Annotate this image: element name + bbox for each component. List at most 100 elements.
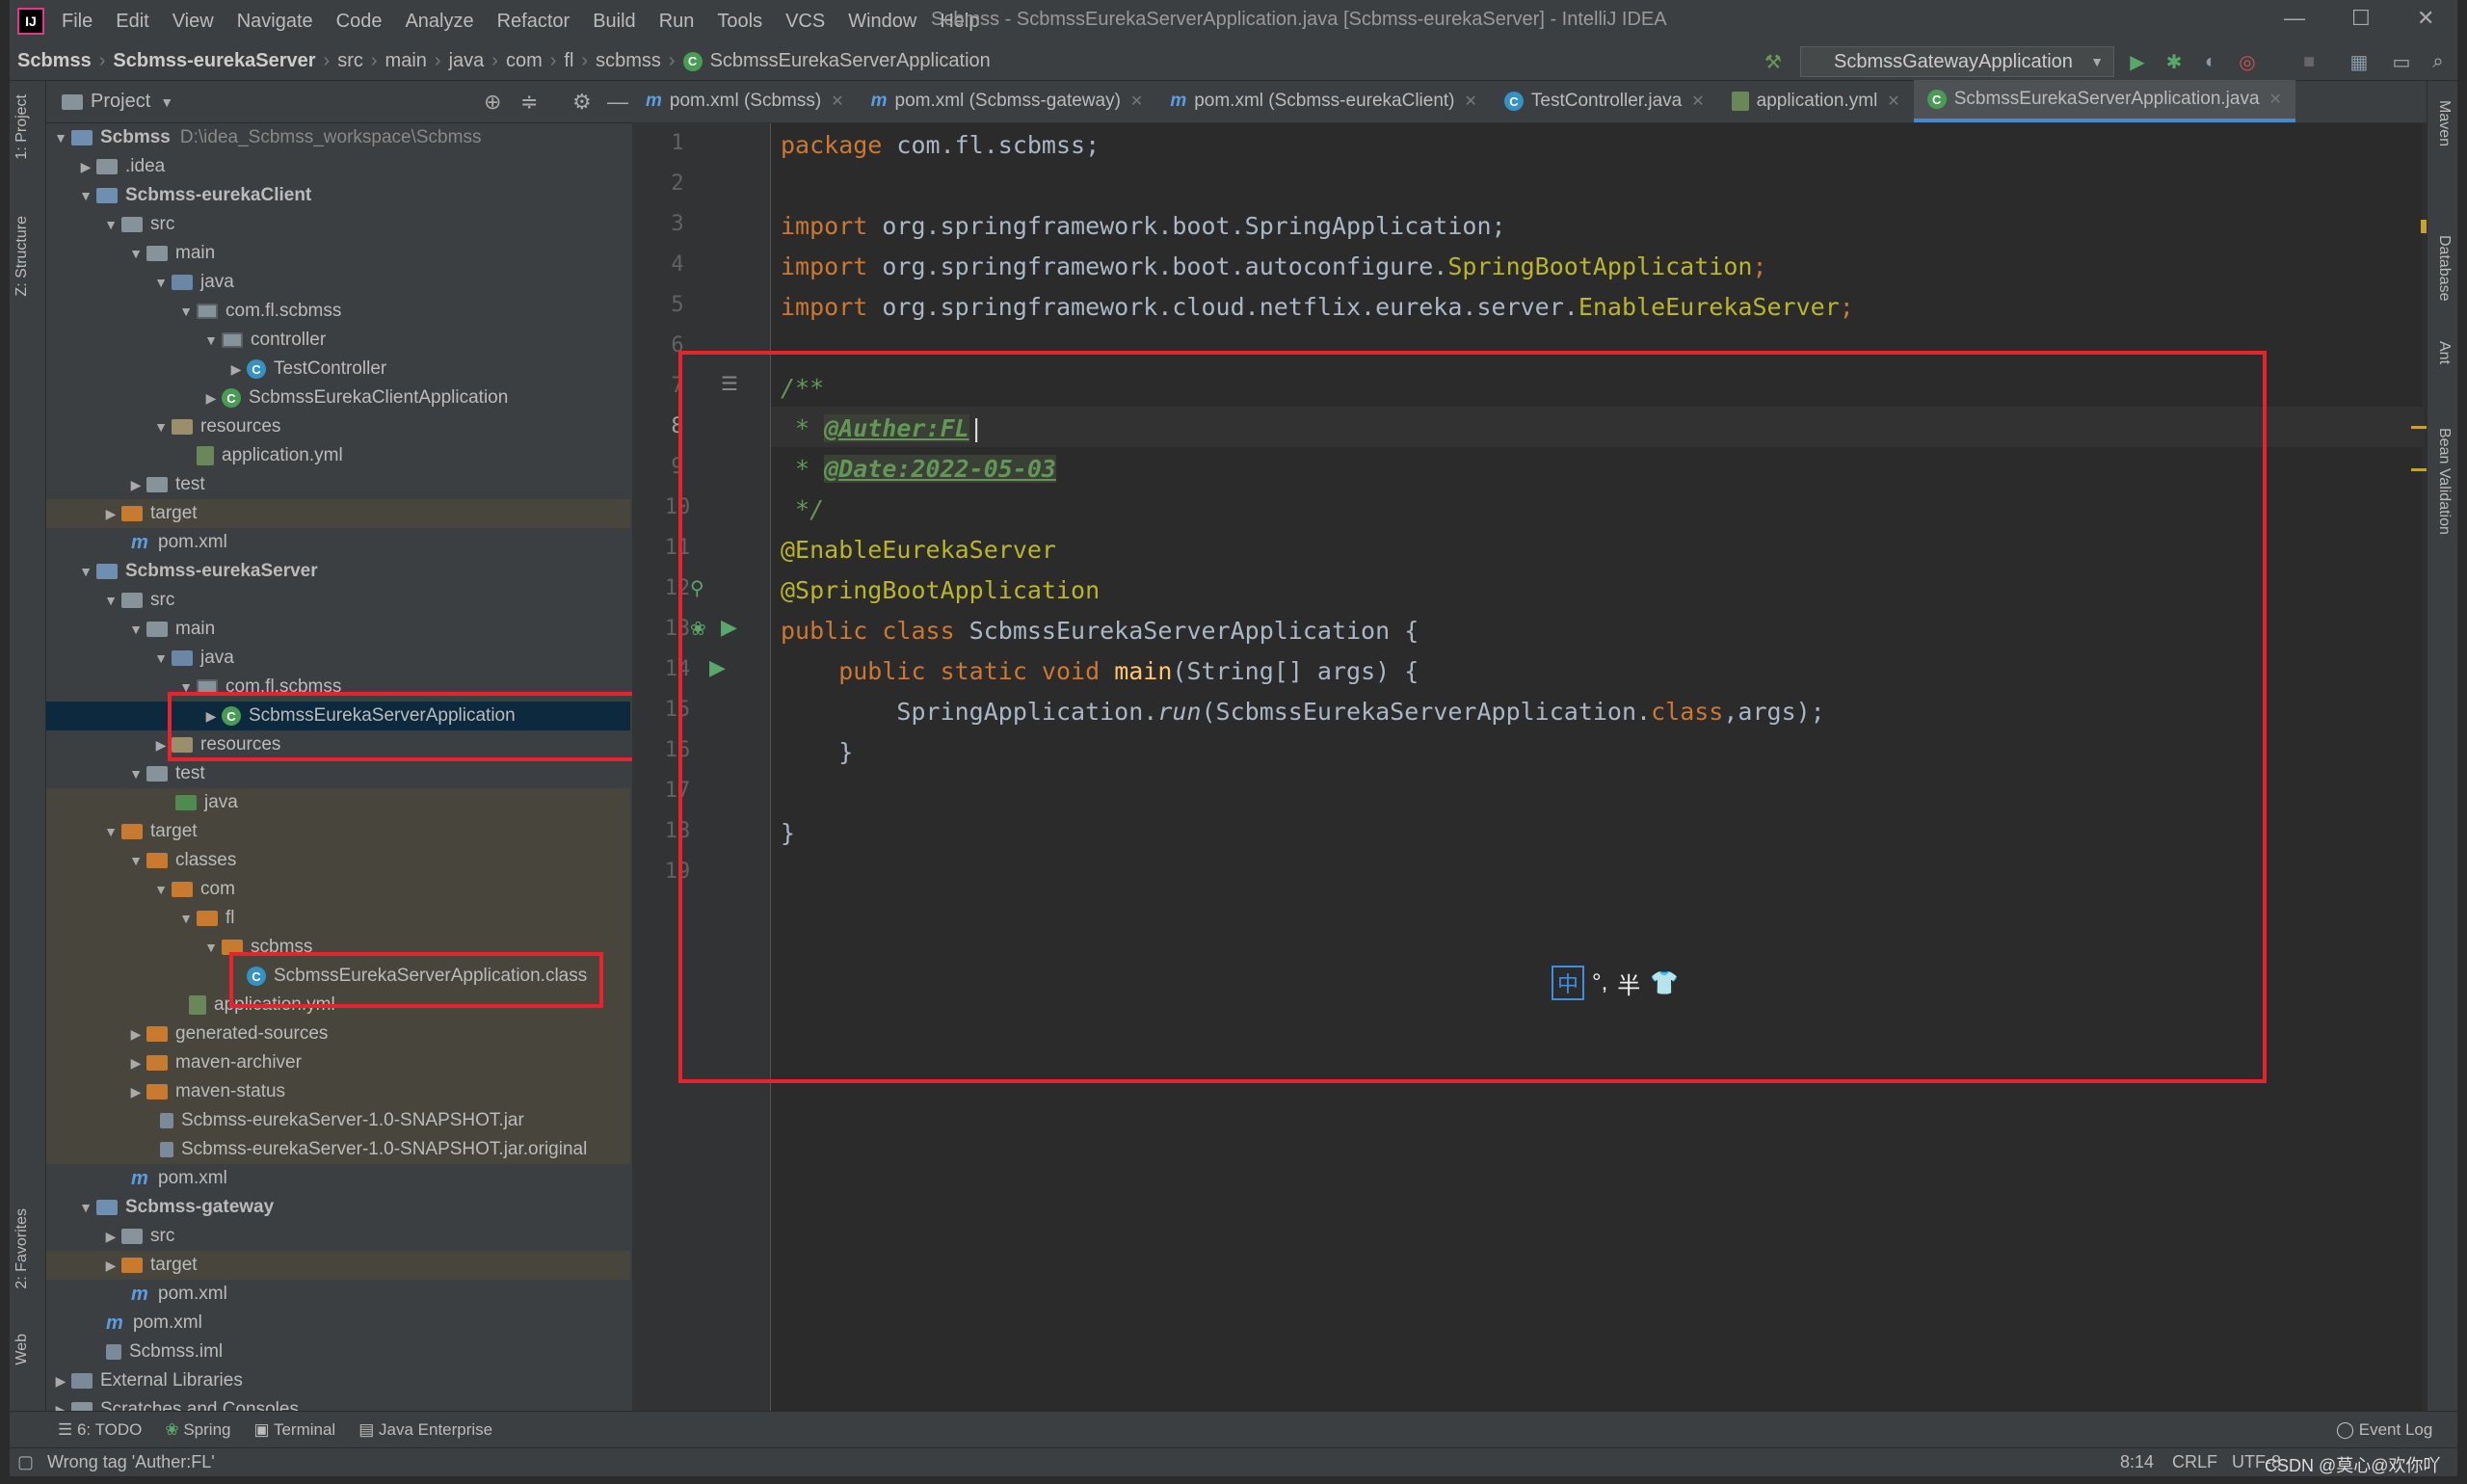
tree-item-test[interactable]: ▶ test [46, 470, 630, 499]
tree-item-main[interactable]: ▼ main [46, 615, 630, 644]
menu-refactor[interactable]: Refactor [497, 11, 570, 33]
tree-item-maven-archiver[interactable]: ▶ maven-archiver [46, 1048, 630, 1077]
tool-tab-maven[interactable]: Maven [2435, 100, 2453, 146]
layout-icon[interactable]: ▭ [2390, 50, 2413, 73]
tree-item-external-libraries[interactable]: ▶ External Libraries [46, 1366, 630, 1395]
tab-pom-eurekaclient[interactable]: m pom.xml (Scbmss-eurekaClient) ✕ [1156, 80, 1491, 122]
tree-item-java[interactable]: ▼ java [46, 644, 630, 673]
minimize-icon[interactable]: — [2284, 6, 2305, 31]
menu-tools[interactable]: Tools [717, 11, 762, 33]
tab-pom-gateway[interactable]: m pom.xml (Scbmss-gateway) ✕ [858, 80, 1157, 122]
tree-item-gateway[interactable]: ▼ Scbmss-gateway [46, 1193, 630, 1222]
coverage-icon[interactable]: ◐ [2199, 50, 2222, 73]
tree-item-test[interactable]: ▼ test [46, 759, 630, 788]
search-icon[interactable]: ⌕ [2427, 50, 2450, 73]
caret-position[interactable]: 8:14 [2120, 1452, 2154, 1472]
tree-item-clientapp[interactable]: ▶ C ScbmssEurekaClientApplication [46, 384, 630, 412]
locate-icon[interactable]: ⊕ [484, 90, 501, 115]
menu-build[interactable]: Build [593, 11, 635, 33]
close-window-icon[interactable]: ✕ [2417, 6, 2434, 31]
breadcrumb-module[interactable]: Scbmss-eurekaServer [113, 50, 315, 72]
tree-item-target[interactable]: ▼ target [46, 817, 630, 846]
gear-icon[interactable]: ⚙ [572, 90, 592, 115]
tab-application-yml[interactable]: application.yml ✕ [1718, 80, 1914, 122]
tab-pom-scbmss[interactable]: m pom.xml (Scbmss) ✕ [632, 80, 858, 122]
close-icon[interactable]: ✕ [2269, 90, 2282, 109]
tree-item-eurekaclient[interactable]: ▼ Scbmss-eurekaClient [46, 181, 630, 210]
tree-item-testcontroller[interactable]: ▶ C TestController [46, 355, 630, 384]
tree-item-classes[interactable]: ▼ classes [46, 846, 630, 875]
tool-tab-project[interactable]: 1: Project [13, 94, 31, 160]
breadcrumb-scbmss[interactable]: scbmss [596, 50, 661, 72]
breadcrumb-project[interactable]: Scbmss [17, 50, 92, 72]
debug-icon[interactable]: ✱ [2162, 50, 2186, 73]
tree-item-pom[interactable]: m pom.xml [46, 1280, 630, 1309]
tree-item-scratches[interactable]: ▶ Scratches and Consoles [46, 1395, 630, 1411]
menu-analyze[interactable]: Analyze [405, 11, 473, 33]
tree-item-iml[interactable]: Scbmss.iml [46, 1338, 630, 1366]
tool-java-enterprise[interactable]: ▤ Java Enterprise [358, 1420, 492, 1440]
menu-run[interactable]: Run [659, 11, 695, 33]
tree-item-controller[interactable]: ▼ controller [46, 326, 630, 355]
build-hammer-icon[interactable]: ⚒ [1762, 50, 1785, 73]
tree-item-pom[interactable]: m pom.xml [46, 1164, 630, 1193]
line-separator[interactable]: CRLF [2172, 1452, 2217, 1472]
tree-item-application-yml[interactable]: application.yml [46, 441, 630, 470]
tool-tab-ant[interactable]: Ant [2435, 341, 2453, 364]
run-configuration-select[interactable]: ScbmssGatewayApplication ▼ [1800, 46, 2114, 77]
menu-file[interactable]: File [62, 11, 93, 33]
menu-code[interactable]: Code [336, 11, 383, 33]
close-icon[interactable]: ✕ [1887, 92, 1899, 111]
tree-item-pom[interactable]: m pom.xml [46, 528, 630, 557]
tree-item-java[interactable]: ▼ java [46, 268, 630, 297]
tab-testcontroller[interactable]: C TestController.java ✕ [1491, 80, 1718, 122]
tree-item-main[interactable]: ▼ main [46, 239, 630, 268]
tree-item-com[interactable]: ▼ com [46, 875, 630, 904]
tree-item-target[interactable]: ▶ target [46, 1251, 630, 1280]
menu-view[interactable]: View [172, 11, 214, 33]
tool-event-log[interactable]: ◯ Event Log [2336, 1420, 2432, 1440]
tool-tab-favorites[interactable]: 2: Favorites [13, 1208, 31, 1289]
tree-item-generated-sources[interactable]: ▶ generated-sources [46, 1020, 630, 1048]
project-structure-icon[interactable]: ▦ [2348, 50, 2371, 73]
tree-item-root-pom[interactable]: m pom.xml [46, 1309, 630, 1338]
tool-spring[interactable]: ❀ Spring [165, 1420, 230, 1440]
tool-tab-web[interactable]: Web [13, 1334, 31, 1365]
tree-item-idea[interactable]: ▶ .idea [46, 152, 630, 181]
tree-item-jar-original[interactable]: Scbmss-eurekaServer-1.0-SNAPSHOT.jar.ori… [46, 1135, 630, 1164]
maximize-icon[interactable]: ☐ [2351, 6, 2371, 31]
tree-item-src[interactable]: ▶ src [46, 1222, 630, 1251]
tree-item-src[interactable]: ▼ src [46, 210, 630, 239]
run-icon[interactable]: ▶ [2126, 50, 2149, 73]
tool-tab-bean-validation[interactable]: Bean Validation [2435, 428, 2453, 535]
tree-item-scbmss[interactable]: ▼ Scbmss D:\idea_Scbmss_workspace\Scbmss [46, 123, 630, 152]
tree-item-package[interactable]: ▼ com.fl.scbmss [46, 297, 630, 326]
layout-toggle-icon[interactable]: ▢ [17, 1452, 34, 1472]
project-view-selector[interactable]: Project [91, 91, 150, 113]
tool-todo[interactable]: ☰ 6: TODO [58, 1420, 142, 1440]
tree-item-eurekaserver[interactable]: ▼ Scbmss-eurekaServer [46, 557, 630, 586]
breadcrumb-fl[interactable]: fl [564, 50, 573, 72]
tab-serverapp-active[interactable]: C ScbmssEurekaServerApplication.java ✕ [1913, 80, 2295, 122]
hide-icon[interactable]: — [607, 90, 628, 115]
breadcrumb-class[interactable]: ScbmssEurekaServerApplication [710, 50, 991, 72]
menu-navigate[interactable]: Navigate [237, 11, 313, 33]
tool-terminal[interactable]: ▣ Terminal [253, 1420, 335, 1440]
tree-item-maven-status[interactable]: ▶ maven-status [46, 1077, 630, 1106]
close-icon[interactable]: ✕ [831, 92, 843, 111]
collapse-all-icon[interactable]: ≑ [520, 90, 538, 115]
tree-item-test-java[interactable]: java [46, 788, 630, 817]
close-icon[interactable]: ✕ [1465, 92, 1477, 111]
tool-tab-database[interactable]: Database [2435, 235, 2453, 302]
menu-edit[interactable]: Edit [116, 11, 148, 33]
breadcrumb-main[interactable]: main [385, 50, 427, 72]
close-icon[interactable]: ✕ [1691, 92, 1704, 111]
tree-item-resources[interactable]: ▼ resources [46, 412, 630, 441]
error-stripe-mark[interactable] [2411, 468, 2427, 471]
breadcrumb-java[interactable]: java [449, 50, 485, 72]
tree-item-fl[interactable]: ▼ fl [46, 904, 630, 933]
breadcrumb-com[interactable]: com [506, 50, 543, 72]
error-stripe-mark[interactable] [2411, 426, 2427, 429]
tool-tab-structure[interactable]: Z: Structure [13, 216, 31, 297]
stop-icon[interactable]: ■ [2297, 50, 2321, 73]
